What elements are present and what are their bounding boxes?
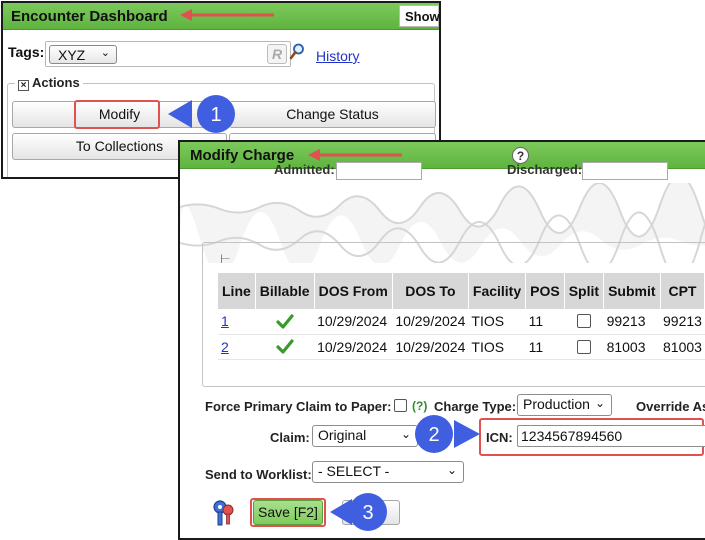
rule-r-icon[interactable]: R	[267, 44, 287, 64]
discharged-label: Discharged:	[507, 162, 582, 177]
pos-cell: 11	[526, 334, 565, 359]
actions-legend-label: Actions	[32, 75, 80, 90]
callout-3-number: 3	[362, 502, 373, 524]
pos-cell: 11	[526, 309, 565, 334]
search-icon[interactable]	[289, 43, 305, 64]
facility-cell: TIOS	[468, 309, 525, 334]
col-billable[interactable]: Billable	[255, 273, 314, 309]
modify-highlight	[74, 100, 160, 129]
red-arrow-charge	[306, 145, 406, 165]
tags-input[interactable]: XYZ ⌄	[45, 41, 291, 67]
col-cpt[interactable]: CPT	[660, 273, 705, 309]
keys-icon[interactable]	[211, 499, 235, 527]
callout-2-number: 2	[428, 424, 439, 446]
checkmark-icon	[276, 339, 294, 355]
cpt-cell: 81003	[660, 334, 705, 359]
submit-cell: 81003	[604, 334, 660, 359]
save-button[interactable]: Save [F2]	[253, 500, 323, 525]
col-dos-to[interactable]: DOS To	[392, 273, 468, 309]
tag-chip[interactable]: XYZ ⌄	[49, 45, 117, 64]
change-status-button[interactable]: Change Status	[229, 101, 436, 128]
charge-type-select[interactable]: Production ⌄	[517, 394, 612, 416]
col-submit[interactable]: Submit	[604, 273, 660, 309]
callout-3: 3	[328, 492, 390, 532]
dos-from-cell: 10/29/2024	[314, 309, 392, 334]
force-help-icon[interactable]: (?)	[412, 399, 427, 413]
claim-label: Claim:	[270, 430, 310, 445]
submit-cell: 99213	[604, 309, 660, 334]
worklist-select[interactable]: - SELECT - ⌄	[312, 461, 464, 483]
modify-charge-window: Modify Charge ? Admitted: Discharged: ⊢ …	[178, 140, 705, 540]
col-pos[interactable]: POS	[526, 273, 565, 309]
checkmark-icon	[276, 314, 294, 330]
cpt-cell: 99213	[660, 309, 705, 334]
chevron-down-icon: ⌄	[447, 463, 457, 477]
chevron-down-icon: ⌄	[101, 46, 110, 59]
show-button[interactable]: Show	[399, 5, 439, 27]
force-primary-checkbox[interactable]	[394, 399, 407, 412]
send-to-worklist-label: Send to Worklist:	[205, 467, 312, 482]
table-row[interactable]: 2 10/29/2024 10/29/2024 TIOS 11 81003 81…	[218, 334, 705, 359]
claim-select[interactable]: Original ⌄	[312, 425, 418, 447]
split-checkbox[interactable]	[577, 340, 591, 354]
callout-1: 1	[166, 94, 242, 134]
dashboard-title: Encounter Dashboard	[11, 8, 168, 25]
table-row[interactable]: 1 10/29/2024 10/29/2024 TIOS 11 99213 99…	[218, 309, 705, 334]
col-facility[interactable]: Facility	[468, 273, 525, 309]
tag-chip-label: XYZ	[58, 47, 85, 63]
collapse-marker-icon[interactable]: ⊢	[220, 252, 230, 266]
icn-label: ICN:	[486, 430, 513, 445]
chevron-down-icon: ⌄	[595, 396, 605, 410]
table-header-row: Line Billable DOS From DOS To Facility P…	[218, 273, 705, 309]
dos-to-cell: 10/29/2024	[392, 309, 468, 334]
col-line[interactable]: Line	[218, 273, 255, 309]
discharged-field[interactable]	[582, 162, 668, 180]
charge-type-label: Charge Type:	[434, 399, 516, 414]
line-link[interactable]: 2	[221, 339, 229, 355]
dos-from-cell: 10/29/2024	[314, 334, 392, 359]
charge-lines-table: Line Billable DOS From DOS To Facility P…	[218, 273, 705, 360]
split-checkbox[interactable]	[577, 314, 591, 328]
tags-label: Tags:	[8, 44, 44, 60]
dos-to-cell: 10/29/2024	[392, 334, 468, 359]
history-link[interactable]: History	[316, 48, 360, 64]
red-arrow-dashboard	[178, 5, 278, 25]
actions-legend[interactable]: ×Actions	[15, 75, 83, 91]
col-dos-from[interactable]: DOS From	[314, 273, 392, 309]
line-link[interactable]: 1	[221, 313, 229, 329]
worklist-value: - SELECT -	[318, 463, 389, 479]
claim-value: Original	[318, 427, 366, 443]
callout-2: 2	[410, 414, 482, 454]
facility-cell: TIOS	[468, 334, 525, 359]
force-primary-label: Force Primary Claim to Paper:	[205, 399, 391, 414]
callout-1-number: 1	[210, 104, 221, 126]
col-split[interactable]: Split	[564, 273, 603, 309]
override-label: Override As	[636, 399, 705, 414]
collapse-toggle-icon[interactable]: ×	[18, 80, 29, 91]
charge-type-value: Production	[523, 396, 590, 412]
icn-input[interactable]: 1234567894560	[517, 425, 705, 447]
